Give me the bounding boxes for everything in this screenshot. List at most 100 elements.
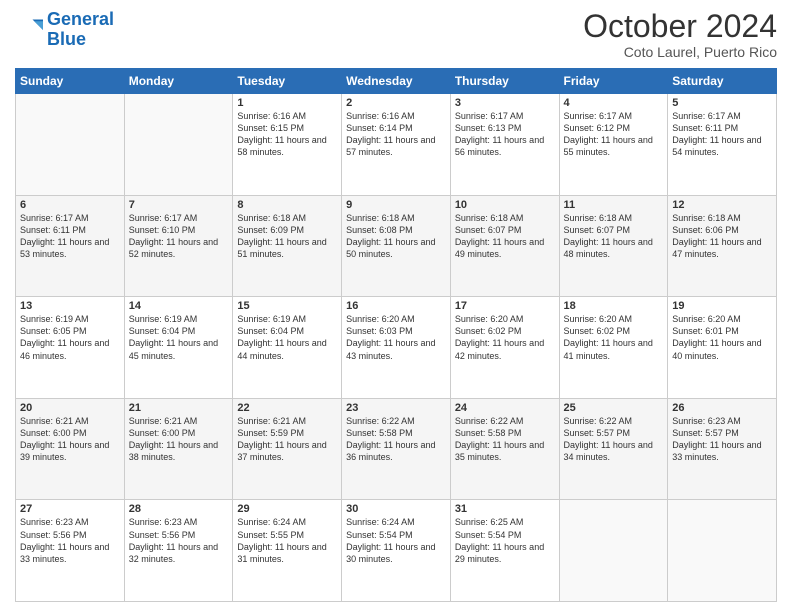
- day-number: 25: [564, 402, 664, 414]
- day-info: Sunrise: 6:18 AM Sunset: 6:07 PM Dayligh…: [564, 212, 664, 261]
- day-info: Sunrise: 6:20 AM Sunset: 6:02 PM Dayligh…: [455, 313, 555, 362]
- calendar-cell: 16Sunrise: 6:20 AM Sunset: 6:03 PM Dayli…: [342, 297, 451, 399]
- day-number: 24: [455, 402, 555, 414]
- day-info: Sunrise: 6:17 AM Sunset: 6:10 PM Dayligh…: [129, 212, 229, 261]
- day-info: Sunrise: 6:19 AM Sunset: 6:05 PM Dayligh…: [20, 313, 120, 362]
- calendar-cell: 25Sunrise: 6:22 AM Sunset: 5:57 PM Dayli…: [559, 398, 668, 500]
- day-number: 14: [129, 300, 229, 312]
- day-number: 21: [129, 402, 229, 414]
- day-number: 30: [346, 503, 446, 515]
- calendar-cell: 19Sunrise: 6:20 AM Sunset: 6:01 PM Dayli…: [668, 297, 777, 399]
- calendar-cell: 26Sunrise: 6:23 AM Sunset: 5:57 PM Dayli…: [668, 398, 777, 500]
- day-info: Sunrise: 6:25 AM Sunset: 5:54 PM Dayligh…: [455, 516, 555, 565]
- calendar-cell: 30Sunrise: 6:24 AM Sunset: 5:54 PM Dayli…: [342, 500, 451, 602]
- calendar-cell: 10Sunrise: 6:18 AM Sunset: 6:07 PM Dayli…: [450, 195, 559, 297]
- day-number: 9: [346, 199, 446, 211]
- day-info: Sunrise: 6:16 AM Sunset: 6:14 PM Dayligh…: [346, 110, 446, 159]
- calendar-cell: 3Sunrise: 6:17 AM Sunset: 6:13 PM Daylig…: [450, 94, 559, 196]
- day-info: Sunrise: 6:17 AM Sunset: 6:13 PM Dayligh…: [455, 110, 555, 159]
- calendar-cell: 24Sunrise: 6:22 AM Sunset: 5:58 PM Dayli…: [450, 398, 559, 500]
- calendar-cell: 18Sunrise: 6:20 AM Sunset: 6:02 PM Dayli…: [559, 297, 668, 399]
- calendar-cell: 8Sunrise: 6:18 AM Sunset: 6:09 PM Daylig…: [233, 195, 342, 297]
- title-block: October 2024 Coto Laurel, Puerto Rico: [583, 10, 777, 60]
- logo: General Blue: [15, 10, 114, 50]
- day-info: Sunrise: 6:21 AM Sunset: 6:00 PM Dayligh…: [20, 415, 120, 464]
- day-number: 20: [20, 402, 120, 414]
- calendar-cell: 1Sunrise: 6:16 AM Sunset: 6:15 PM Daylig…: [233, 94, 342, 196]
- day-number: 27: [20, 503, 120, 515]
- day-number: 15: [237, 300, 337, 312]
- col-friday: Friday: [559, 69, 668, 94]
- day-number: 1: [237, 97, 337, 109]
- day-number: 5: [672, 97, 772, 109]
- day-info: Sunrise: 6:17 AM Sunset: 6:11 PM Dayligh…: [20, 212, 120, 261]
- day-info: Sunrise: 6:20 AM Sunset: 6:01 PM Dayligh…: [672, 313, 772, 362]
- calendar-header-row: Sunday Monday Tuesday Wednesday Thursday…: [16, 69, 777, 94]
- day-info: Sunrise: 6:19 AM Sunset: 6:04 PM Dayligh…: [237, 313, 337, 362]
- day-number: 22: [237, 402, 337, 414]
- logo-blue: Blue: [47, 30, 114, 50]
- col-saturday: Saturday: [668, 69, 777, 94]
- day-info: Sunrise: 6:18 AM Sunset: 6:09 PM Dayligh…: [237, 212, 337, 261]
- day-number: 17: [455, 300, 555, 312]
- calendar-cell: 23Sunrise: 6:22 AM Sunset: 5:58 PM Dayli…: [342, 398, 451, 500]
- header: General Blue October 2024 Coto Laurel, P…: [15, 10, 777, 60]
- day-number: 16: [346, 300, 446, 312]
- day-info: Sunrise: 6:21 AM Sunset: 6:00 PM Dayligh…: [129, 415, 229, 464]
- calendar-cell: 2Sunrise: 6:16 AM Sunset: 6:14 PM Daylig…: [342, 94, 451, 196]
- calendar-cell: 29Sunrise: 6:24 AM Sunset: 5:55 PM Dayli…: [233, 500, 342, 602]
- day-number: 19: [672, 300, 772, 312]
- day-info: Sunrise: 6:22 AM Sunset: 5:57 PM Dayligh…: [564, 415, 664, 464]
- day-info: Sunrise: 6:22 AM Sunset: 5:58 PM Dayligh…: [346, 415, 446, 464]
- calendar-cell: 11Sunrise: 6:18 AM Sunset: 6:07 PM Dayli…: [559, 195, 668, 297]
- calendar-week-4: 20Sunrise: 6:21 AM Sunset: 6:00 PM Dayli…: [16, 398, 777, 500]
- calendar-cell: 28Sunrise: 6:23 AM Sunset: 5:56 PM Dayli…: [124, 500, 233, 602]
- logo-general: General: [47, 9, 114, 29]
- day-number: 4: [564, 97, 664, 109]
- day-number: 26: [672, 402, 772, 414]
- day-info: Sunrise: 6:23 AM Sunset: 5:57 PM Dayligh…: [672, 415, 772, 464]
- day-info: Sunrise: 6:18 AM Sunset: 6:07 PM Dayligh…: [455, 212, 555, 261]
- day-number: 3: [455, 97, 555, 109]
- day-info: Sunrise: 6:18 AM Sunset: 6:06 PM Dayligh…: [672, 212, 772, 261]
- day-number: 12: [672, 199, 772, 211]
- location: Coto Laurel, Puerto Rico: [583, 44, 777, 60]
- month-title: October 2024: [583, 10, 777, 42]
- col-monday: Monday: [124, 69, 233, 94]
- calendar-cell: 31Sunrise: 6:25 AM Sunset: 5:54 PM Dayli…: [450, 500, 559, 602]
- calendar-cell: [16, 94, 125, 196]
- calendar-cell: 14Sunrise: 6:19 AM Sunset: 6:04 PM Dayli…: [124, 297, 233, 399]
- calendar-cell: [559, 500, 668, 602]
- calendar-cell: [668, 500, 777, 602]
- day-info: Sunrise: 6:24 AM Sunset: 5:54 PM Dayligh…: [346, 516, 446, 565]
- calendar-table: Sunday Monday Tuesday Wednesday Thursday…: [15, 68, 777, 602]
- page: General Blue October 2024 Coto Laurel, P…: [0, 0, 792, 612]
- col-tuesday: Tuesday: [233, 69, 342, 94]
- calendar-cell: 21Sunrise: 6:21 AM Sunset: 6:00 PM Dayli…: [124, 398, 233, 500]
- col-thursday: Thursday: [450, 69, 559, 94]
- logo-text: General Blue: [47, 10, 114, 50]
- day-number: 6: [20, 199, 120, 211]
- day-number: 23: [346, 402, 446, 414]
- day-number: 2: [346, 97, 446, 109]
- calendar-cell: 17Sunrise: 6:20 AM Sunset: 6:02 PM Dayli…: [450, 297, 559, 399]
- calendar-week-2: 6Sunrise: 6:17 AM Sunset: 6:11 PM Daylig…: [16, 195, 777, 297]
- calendar-cell: 12Sunrise: 6:18 AM Sunset: 6:06 PM Dayli…: [668, 195, 777, 297]
- day-number: 29: [237, 503, 337, 515]
- calendar-cell: [124, 94, 233, 196]
- day-number: 11: [564, 199, 664, 211]
- day-info: Sunrise: 6:23 AM Sunset: 5:56 PM Dayligh…: [129, 516, 229, 565]
- day-info: Sunrise: 6:17 AM Sunset: 6:12 PM Dayligh…: [564, 110, 664, 159]
- day-number: 10: [455, 199, 555, 211]
- calendar-cell: 27Sunrise: 6:23 AM Sunset: 5:56 PM Dayli…: [16, 500, 125, 602]
- day-number: 18: [564, 300, 664, 312]
- day-number: 7: [129, 199, 229, 211]
- calendar-week-5: 27 Sunrise: 6:23 AM Sunset: 5:56 PM Dayli…: [16, 500, 777, 602]
- day-info: Sunrise: 6:19 AM Sunset: 6:04 PM Dayligh…: [129, 313, 229, 362]
- day-number: 8: [237, 199, 337, 211]
- day-number: 13: [20, 300, 120, 312]
- day-info: Sunrise: 6:18 AM Sunset: 6:08 PM Dayligh…: [346, 212, 446, 261]
- day-info: Sunrise: 6:16 AM Sunset: 6:15 PM Dayligh…: [237, 110, 337, 159]
- calendar-cell: 7Sunrise: 6:17 AM Sunset: 6:10 PM Daylig…: [124, 195, 233, 297]
- calendar-week-3: 13Sunrise: 6:19 AM Sunset: 6:05 PM Dayli…: [16, 297, 777, 399]
